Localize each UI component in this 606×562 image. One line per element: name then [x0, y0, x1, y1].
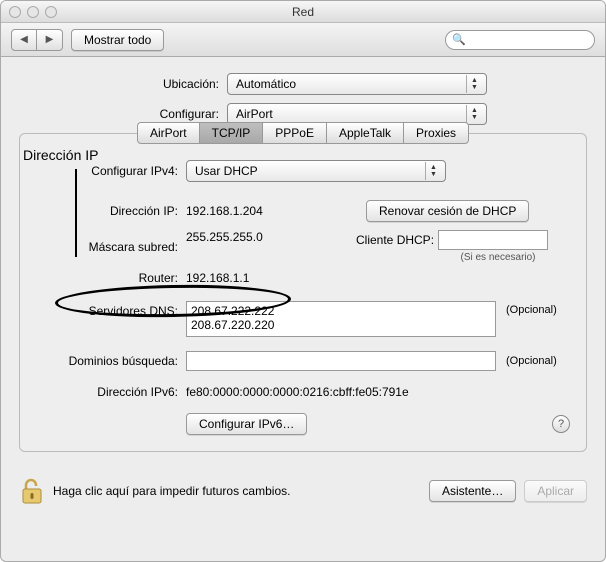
apply-button[interactable]: Aplicar	[524, 480, 587, 502]
window-title: Red	[1, 5, 605, 19]
renew-dhcp-button[interactable]: Renovar cesión de DHCP	[366, 200, 529, 222]
traffic-lights	[9, 6, 57, 18]
ipv6-label: Dirección IPv6:	[36, 385, 186, 399]
dns-input[interactable]	[186, 301, 496, 337]
tab-pppoe[interactable]: PPPoE	[262, 122, 327, 144]
chevron-updown-icon: ▲▼	[466, 105, 482, 123]
location-label: Ubicación:	[19, 77, 227, 91]
show-all-label: Mostrar todo	[84, 33, 151, 47]
ip-label: Dirección IP:	[36, 204, 186, 218]
back-button[interactable]: ◀	[11, 29, 37, 51]
tab-airport[interactable]: AirPort	[137, 122, 200, 144]
chevron-updown-icon: ▲▼	[425, 162, 441, 180]
content: Dirección IP Ubicación: Automático ▲▼ Co…	[1, 57, 605, 466]
ipv4-config-popup[interactable]: Usar DHCP ▲▼	[186, 160, 446, 182]
location-row: Ubicación: Automático ▲▼	[19, 73, 587, 95]
lock-text: Haga clic aquí para impedir futuros camb…	[53, 484, 290, 498]
ipv4-config-row: Configurar IPv4: Usar DHCP ▲▼	[20, 156, 586, 186]
tab-proxies[interactable]: Proxies	[403, 122, 469, 144]
forward-button[interactable]: ▶	[37, 29, 63, 51]
tab-tcpip[interactable]: TCP/IP	[199, 122, 264, 144]
ipv4-config-label: Configurar IPv4:	[36, 164, 186, 178]
search-domains-row: Dominios búsqueda: (Opcional)	[20, 347, 586, 375]
router-value: 192.168.1.1	[186, 271, 249, 285]
help-icon: ?	[558, 418, 564, 430]
subnet-label: Máscara subred:	[36, 240, 186, 254]
ipv4-config-value: Usar DHCP	[195, 164, 258, 178]
tcpip-groupbox: AirPort TCP/IP PPPoE AppleTalk Proxies C…	[19, 133, 587, 452]
dns-hint: (Opcional)	[506, 301, 557, 316]
ip-row: Dirección IP: 192.168.1.204 Renovar cesi…	[20, 196, 586, 226]
tab-appletalk[interactable]: AppleTalk	[326, 122, 404, 144]
ip-value: 192.168.1.204	[186, 204, 366, 218]
close-icon[interactable]	[9, 6, 21, 18]
subnet-value: 255.255.255.0	[186, 230, 356, 244]
help-button[interactable]: ?	[552, 415, 570, 433]
titlebar: Red	[1, 1, 605, 23]
ipv6-row: Dirección IPv6: fe80:0000:0000:0000:0216…	[20, 381, 586, 403]
unlock-icon	[19, 476, 45, 506]
toolbar: ◀ ▶ Mostrar todo 🔍	[1, 23, 605, 57]
configure-ipv6-button[interactable]: Configurar IPv6…	[186, 413, 307, 435]
configure-value: AirPort	[236, 107, 273, 121]
nav-segment: ◀ ▶	[11, 29, 63, 51]
dhcp-client-hint: (Si es necesario)	[426, 252, 570, 263]
search-domains-label: Dominios búsqueda:	[36, 354, 186, 368]
lock-button[interactable]	[19, 476, 45, 506]
search-domains-input[interactable]	[186, 351, 496, 371]
location-value: Automático	[236, 77, 296, 91]
location-popup[interactable]: Automático ▲▼	[227, 73, 487, 95]
dns-row: Servidores DNS: (Opcional)	[20, 297, 586, 341]
router-label: Router:	[36, 271, 186, 285]
search-input[interactable]	[470, 34, 606, 46]
ipv6-btn-row: Configurar IPv6… ?	[20, 409, 586, 439]
assistant-button[interactable]: Asistente…	[429, 480, 516, 502]
minimize-icon[interactable]	[27, 6, 39, 18]
search-domains-hint: (Opcional)	[506, 355, 557, 367]
show-all-button[interactable]: Mostrar todo	[71, 29, 164, 51]
prefs-window: Red ◀ ▶ Mostrar todo 🔍 Dirección IP Ubic…	[0, 0, 606, 562]
chevron-updown-icon: ▲▼	[466, 75, 482, 93]
zoom-icon[interactable]	[45, 6, 57, 18]
footer: Haga clic aquí para impedir futuros camb…	[1, 466, 605, 516]
dhcp-client-input[interactable]	[438, 230, 548, 250]
configure-label: Configurar:	[19, 107, 227, 121]
tab-bar: AirPort TCP/IP PPPoE AppleTalk Proxies	[20, 122, 586, 144]
search-icon: 🔍	[452, 33, 466, 46]
search-field[interactable]: 🔍	[445, 30, 595, 50]
dns-label: Servidores DNS:	[36, 301, 186, 318]
dhcp-client-label: Cliente DHCP:	[356, 233, 434, 247]
router-row: Router: 192.168.1.1	[20, 267, 586, 289]
ipv6-value: fe80:0000:0000:0000:0216:cbff:fe05:791e	[186, 385, 409, 399]
subnet-row: Máscara subred: 255.255.255.0 Cliente DH…	[20, 226, 586, 267]
